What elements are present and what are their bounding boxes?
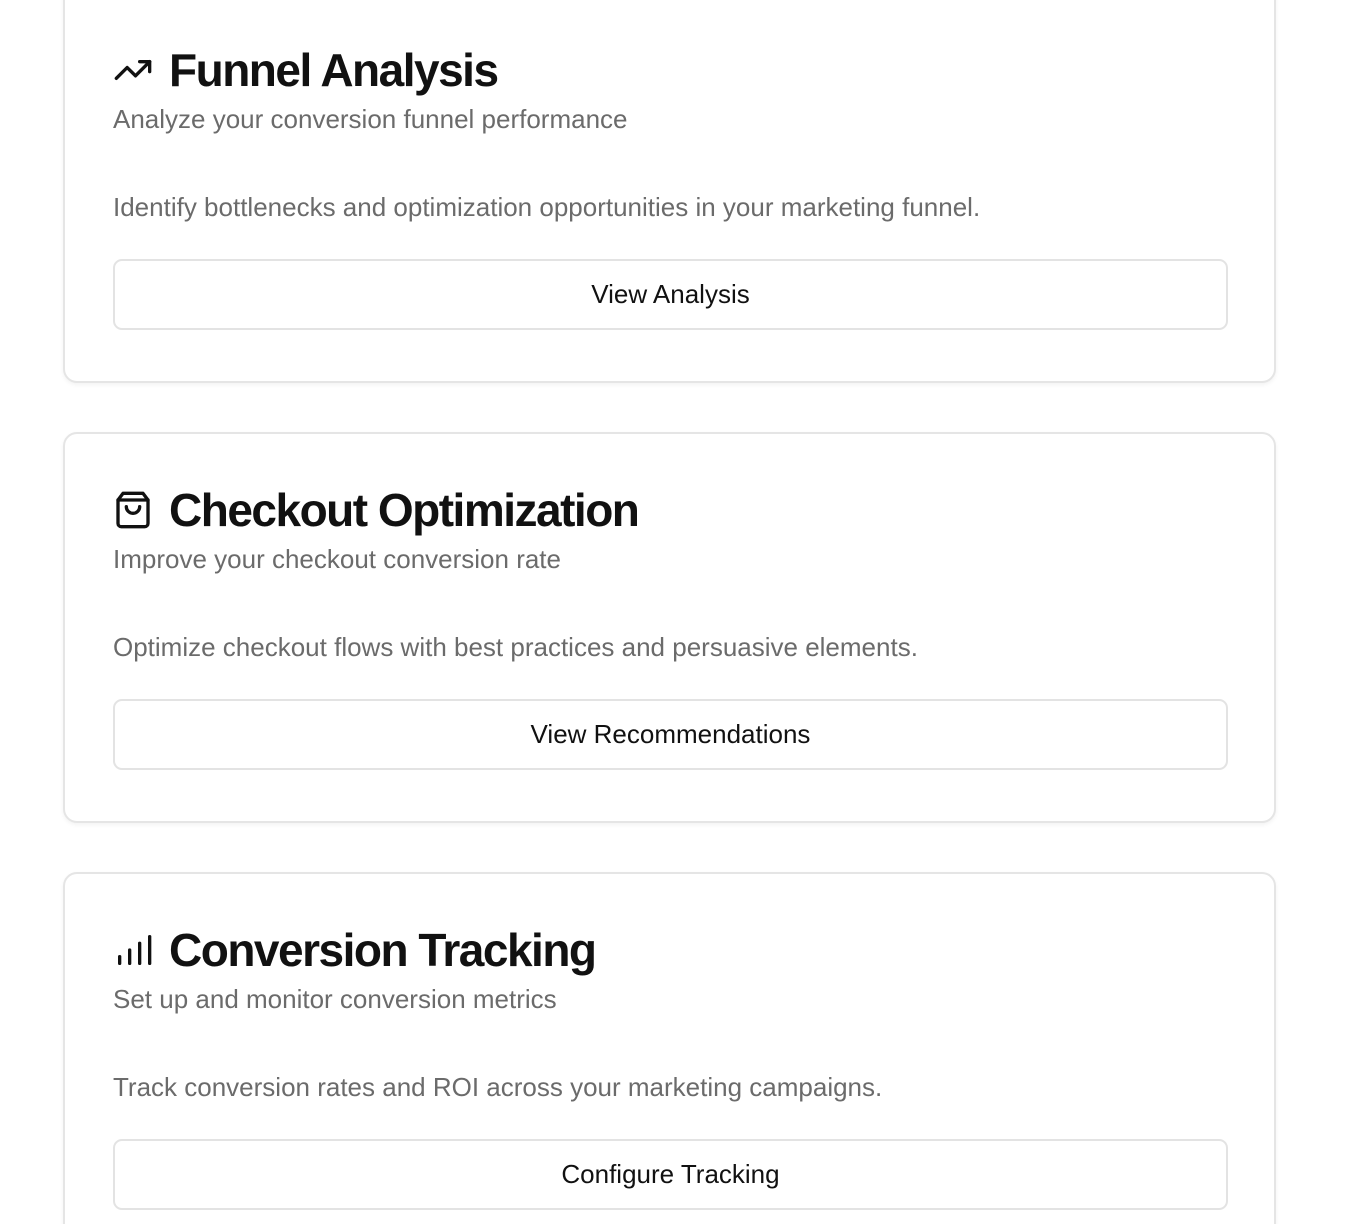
card-subtitle: Analyze your conversion funnel performan… bbox=[113, 104, 628, 134]
view-analysis-button[interactable]: View Analysis bbox=[113, 259, 1228, 330]
card-title: Checkout Optimization bbox=[169, 484, 640, 536]
card-header: Checkout Optimization bbox=[113, 482, 1226, 538]
card-title: Funnel Analysis bbox=[169, 44, 499, 96]
checkout-optimization-card: Checkout Optimization Improve your check… bbox=[63, 432, 1276, 823]
funnel-analysis-card: Funnel Analysis Analyze your conversion … bbox=[63, 0, 1276, 383]
page: Funnel Analysis Analyze your conversion … bbox=[0, 0, 1368, 1224]
conversion-tracking-card: Conversion Tracking Set up and monitor c… bbox=[63, 872, 1276, 1224]
card-title: Conversion Tracking bbox=[169, 924, 597, 976]
card-header: Funnel Analysis bbox=[113, 42, 1226, 98]
card-subtitle: Set up and monitor conversion metrics bbox=[113, 984, 557, 1014]
card-description: Identify bottlenecks and optimization op… bbox=[113, 192, 981, 222]
card-header: Conversion Tracking bbox=[113, 922, 1226, 978]
configure-tracking-button[interactable]: Configure Tracking bbox=[113, 1139, 1228, 1210]
card-description: Optimize checkout flows with best practi… bbox=[113, 632, 918, 662]
card-subtitle: Improve your checkout conversion rate bbox=[113, 544, 561, 574]
bar-chart-icon bbox=[113, 930, 153, 970]
card-description: Track conversion rates and ROI across yo… bbox=[113, 1072, 883, 1102]
trending-up-icon bbox=[113, 50, 153, 90]
view-recommendations-button[interactable]: View Recommendations bbox=[113, 699, 1228, 770]
shopping-bag-icon bbox=[113, 490, 153, 530]
